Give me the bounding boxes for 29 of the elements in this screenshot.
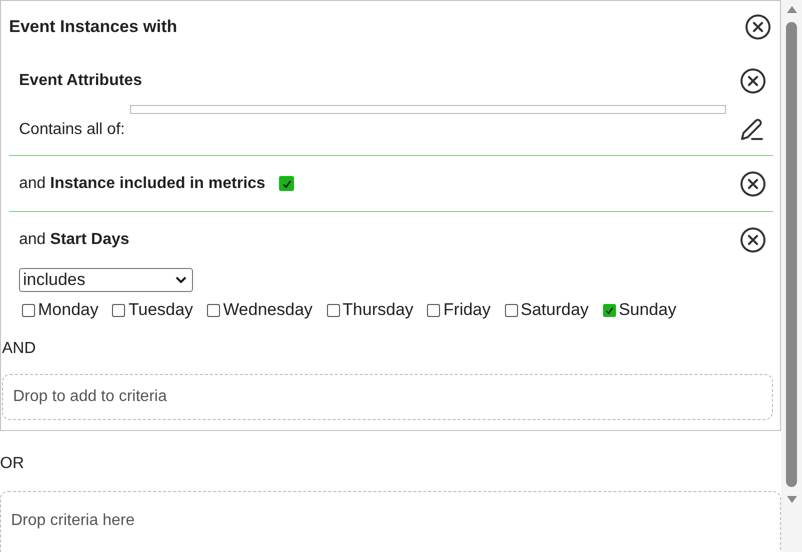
operator-dropdown[interactable]: includes	[19, 268, 193, 292]
close-icon[interactable]	[740, 227, 766, 253]
day-checkbox[interactable]: Saturday	[504, 300, 589, 320]
checkbox[interactable]	[279, 176, 294, 191]
close-icon[interactable]	[740, 68, 766, 94]
join-label: AND	[2, 339, 37, 359]
day-checkbox[interactable]: Thursday	[326, 300, 414, 320]
scroll-up-icon[interactable]	[784, 4, 798, 14]
close-icon[interactable]	[745, 14, 771, 40]
scroll-thumb[interactable]	[786, 22, 797, 487]
day-checkbox[interactable]: Wednesday	[207, 300, 313, 320]
or-label: OR	[0, 454, 25, 474]
drop-zone[interactable]: Drop to add to criteria	[2, 374, 773, 420]
attribute-list-field[interactable]	[130, 105, 726, 114]
scrollbar[interactable]	[781, 0, 802, 552]
day-checkbox[interactable]: Sunday	[602, 300, 676, 320]
check-icon	[604, 304, 615, 316]
close-icon[interactable]	[740, 170, 766, 196]
day-checkbox[interactable]: Friday	[427, 300, 491, 320]
criterion-title: and Start Days	[19, 231, 130, 249]
criterion-label: Contains all of:	[19, 121, 125, 140]
criterion-title: and Instance included in metrics	[19, 174, 266, 192]
group-title: Event Instances with	[9, 17, 178, 37]
scroll-down-icon[interactable]	[784, 495, 798, 505]
day-checkbox[interactable]: Monday	[22, 300, 98, 320]
caret-icon	[175, 276, 187, 284]
check-icon	[280, 178, 293, 190]
day-checkbox[interactable]: Tuesday	[112, 300, 194, 320]
criterion-title: Event Attributes	[19, 72, 142, 90]
